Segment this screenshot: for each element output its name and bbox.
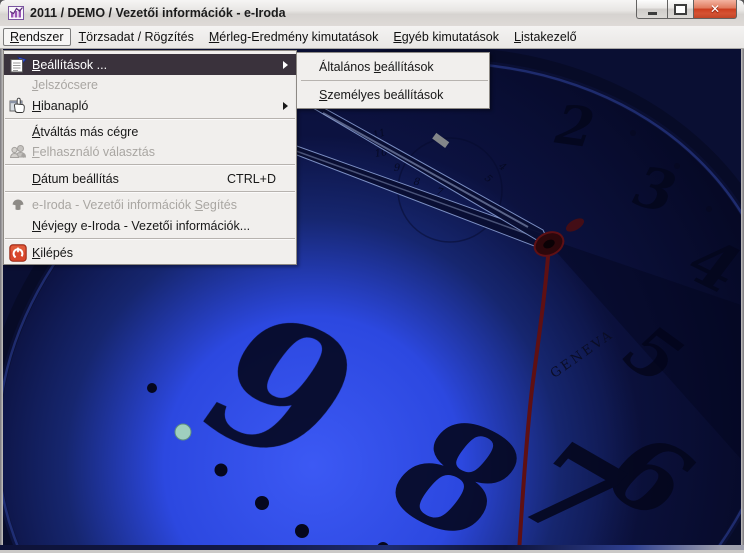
close-button[interactable]: ✕ [694, 0, 737, 19]
window-controls: ✕ [636, 0, 737, 19]
menu-item-label: Felhasználó választás [32, 145, 155, 159]
hand-window-icon [9, 97, 29, 115]
minimize-button[interactable] [636, 0, 667, 19]
users-icon [9, 143, 29, 161]
menubar: Rendszer Törzsadat / Rögzítés Mérleg-Ere… [0, 26, 744, 49]
app-window: 11 10 9 8 7 5 4 2 3 4 5 6 7 8 9 [0, 0, 744, 553]
beallitasok-submenu: Általános beállítások Személyes beállítá… [296, 52, 490, 109]
menu-separator [4, 162, 296, 168]
menu-separator [4, 189, 296, 195]
menu-separator [4, 236, 296, 242]
window-title: 2011 / DEMO / Vezetői információk - e-Ir… [30, 6, 286, 20]
app-icon [8, 5, 24, 21]
menu-item-datum-beallitas[interactable]: Dátum beállítás CTRL+D [4, 168, 296, 189]
close-icon: ✕ [710, 3, 720, 15]
menu-item-jelszocsere[interactable]: Jelszócsere [4, 75, 296, 95]
submenu-arrow-icon [283, 61, 288, 69]
submenu-item-altalanos-beallitasok[interactable]: Általános beállítások [297, 55, 489, 78]
menu-item-kilepes[interactable]: Kilépés [4, 242, 296, 263]
menu-item-label: Kilépés [32, 246, 73, 260]
menu-item-atvaltas-mas-cegre[interactable]: Átváltás más cégre [4, 122, 296, 142]
titlebar[interactable]: 2011 / DEMO / Vezetői információk - e-Ir… [0, 0, 744, 27]
menubar-item-rendszer[interactable]: Rendszer [3, 28, 71, 46]
svg-text:9: 9 [394, 163, 401, 174]
maximize-icon [674, 4, 687, 15]
menu-separator [297, 78, 489, 83]
menu-item-felhasznalo-valasztas[interactable]: Felhasználó választás [4, 142, 296, 162]
menu-item-label: Átváltás más cégre [32, 125, 138, 139]
menu-item-hibanaplo[interactable]: Hibanapló [4, 95, 296, 116]
menu-item-label: Személyes beállítások [319, 88, 443, 102]
minimize-icon [648, 12, 657, 15]
menu-separator [4, 116, 296, 122]
menu-item-segites[interactable]: e-Iroda - Vezetői információk Segítés [4, 195, 296, 215]
menu-item-label: Beállítások ... [32, 58, 107, 72]
exit-power-icon [9, 244, 29, 262]
menu-item-label: Jelszócsere [32, 78, 98, 92]
menubar-item-listakezelo[interactable]: Listakezelő [507, 28, 584, 46]
menu-item-beallitasok[interactable]: Beállítások ... [4, 54, 296, 75]
properties-icon [9, 56, 29, 74]
menubar-item-egyeb-kimutatasok[interactable]: Egyéb kimutatások [386, 28, 506, 46]
submenu-item-szemelyes-beallitasok[interactable]: Személyes beállítások [297, 83, 489, 106]
help-icon [9, 196, 29, 214]
maximize-button[interactable] [667, 0, 694, 19]
submenu-arrow-icon [283, 102, 288, 110]
menu-item-label: Névjegy e-Iroda - Vezetői információk... [32, 219, 250, 233]
menu-item-label: Általános beállítások [319, 60, 434, 74]
menubar-item-torzsadat[interactable]: Törzsadat / Rögzítés [72, 28, 201, 46]
rendszer-menu-dropdown: Beállítások ... Jelszócsere Hibanapló Át… [3, 50, 297, 265]
menu-item-label: Dátum beállítás [32, 172, 119, 186]
menu-item-shortcut: CTRL+D [227, 172, 276, 186]
menu-item-label: e-Iroda - Vezetői információk Segítés [32, 198, 237, 212]
menu-item-label: Hibanapló [32, 99, 88, 113]
menu-item-nevjegy[interactable]: Névjegy e-Iroda - Vezetői információk... [4, 215, 296, 236]
menubar-item-merleg-eredmeny[interactable]: Mérleg-Eredmény kimutatások [202, 28, 386, 46]
